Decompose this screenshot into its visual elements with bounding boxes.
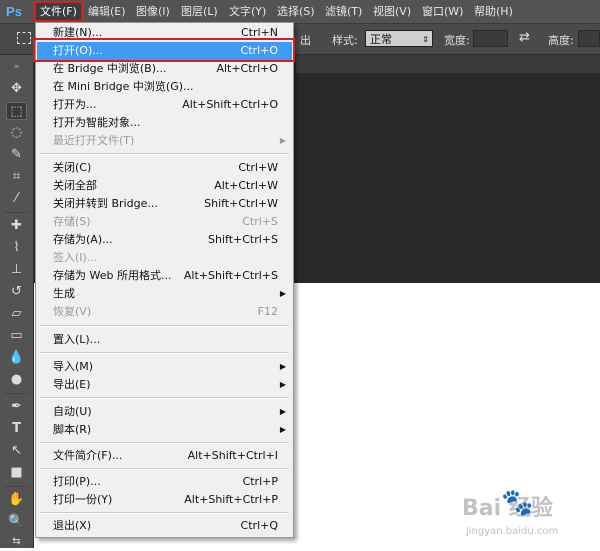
- submenu-arrow-icon: ▶: [279, 289, 286, 298]
- submenu-arrow-icon: ▶: [279, 380, 286, 389]
- menu-separator: [40, 512, 289, 514]
- baidu-watermark: Bai 经验 🐾 jingyan.baidu.com: [462, 488, 596, 544]
- tools-divider: [4, 393, 29, 394]
- tools-divider: [4, 212, 29, 213]
- clone-stamp-icon[interactable]: ⊥: [6, 261, 27, 279]
- menu-layer[interactable]: 图层(L): [177, 3, 222, 20]
- file-menu-item-place[interactable]: 置入(L)...: [37, 331, 292, 349]
- file-menu-item-save-for-web[interactable]: 存储为 Web 所用格式... Alt+Shift+Ctrl+S: [37, 267, 292, 285]
- file-menu-item-open-as[interactable]: 打开为... Alt+Shift+Ctrl+O: [37, 96, 292, 114]
- submenu-arrow-icon: ▶: [279, 362, 286, 371]
- quick-selection-icon[interactable]: ✎: [6, 146, 27, 164]
- zoom-tool-icon[interactable]: 🔍: [6, 513, 27, 531]
- rectangular-marquee-icon[interactable]: [17, 32, 31, 44]
- menu-select[interactable]: 选择(S): [273, 3, 319, 20]
- file-menu-item-recent-files[interactable]: 最近打开文件(T) ▶: [37, 132, 292, 150]
- menu-separator: [40, 325, 289, 327]
- menu-view[interactable]: 视图(V): [369, 3, 415, 20]
- select-arrows-icon: ⇕: [422, 35, 429, 44]
- menu-help[interactable]: 帮助(H): [470, 3, 517, 20]
- height-label: 高度:: [548, 34, 574, 47]
- file-menu-item-import[interactable]: 导入(M) ▶: [37, 358, 292, 376]
- crop-tool-icon[interactable]: ⌗: [6, 168, 27, 186]
- eraser-tool-icon[interactable]: ▱: [6, 305, 27, 323]
- open-item-callout-box: [33, 38, 295, 62]
- height-input[interactable]: [578, 30, 600, 47]
- watermark-url: jingyan.baidu.com: [466, 526, 559, 537]
- width-label: 宽度:: [444, 34, 470, 47]
- tools-divider: [4, 486, 29, 487]
- style-select-value: 正常: [370, 33, 392, 46]
- swap-icon[interactable]: ⇄: [519, 30, 530, 45]
- marquee-tool-icon[interactable]: ⬚: [6, 102, 27, 120]
- file-menu-item-export[interactable]: 导出(E) ▶: [37, 376, 292, 394]
- style-label: 样式:: [332, 34, 358, 47]
- gradient-tool-icon[interactable]: ▭: [6, 327, 27, 345]
- menu-separator: [40, 468, 289, 470]
- menu-separator: [40, 153, 289, 155]
- menu-edit[interactable]: 编辑(E): [84, 3, 130, 20]
- brush-tool-icon[interactable]: ⌇: [6, 239, 27, 257]
- menu-separator: [40, 397, 289, 399]
- file-menu-item-print-one-copy[interactable]: 打印一份(Y) Alt+Shift+Ctrl+P: [37, 491, 292, 509]
- menu-file-callout-box: [33, 1, 84, 22]
- file-menu-dropdown: 新建(N)... Ctrl+N 打开(O)... Ctrl+O 在 Bridge…: [35, 22, 294, 538]
- options-partial-label: 出: [300, 34, 311, 47]
- eyedropper-icon[interactable]: ⁄: [6, 190, 27, 208]
- file-menu-item-check-in[interactable]: 签入(I)...: [37, 249, 292, 267]
- file-menu-item-print[interactable]: 打印(P)... Ctrl+P: [37, 473, 292, 491]
- swap-colors-icon[interactable]: ⇆: [6, 533, 27, 551]
- file-menu-item-open-smart-object[interactable]: 打开为智能对象...: [37, 114, 292, 132]
- file-menu-item-file-info[interactable]: 文件简介(F)... Alt+Shift+Ctrl+I: [37, 447, 292, 465]
- lasso-tool-icon[interactable]: ◌: [6, 124, 27, 142]
- file-menu-item-close[interactable]: 关闭(C) Ctrl+W: [37, 159, 292, 177]
- width-input[interactable]: [473, 30, 508, 47]
- dodge-tool-icon[interactable]: ●: [6, 371, 27, 389]
- file-menu-item-exit[interactable]: 退出(X) Ctrl+Q: [37, 517, 292, 535]
- file-menu-item-browse-mini-bridge[interactable]: 在 Mini Bridge 中浏览(G)...: [37, 78, 292, 96]
- file-menu-item-close-go-bridge[interactable]: 关闭并转到 Bridge... Shift+Ctrl+W: [37, 195, 292, 213]
- file-menu-item-revert[interactable]: 恢复(V) F12: [37, 303, 292, 321]
- move-tool-icon[interactable]: ✥: [6, 80, 27, 98]
- menu-window[interactable]: 窗口(W): [418, 3, 467, 20]
- file-menu-item-automate[interactable]: 自动(U) ▶: [37, 403, 292, 421]
- file-menu-item-close-all[interactable]: 关闭全部 Alt+Ctrl+W: [37, 177, 292, 195]
- menu-separator: [40, 352, 289, 354]
- file-menu-item-save[interactable]: 存储(S) Ctrl+S: [37, 213, 292, 231]
- submenu-arrow-icon: ▶: [279, 136, 286, 145]
- rectangle-tool-icon[interactable]: ■: [6, 464, 27, 482]
- blur-tool-icon[interactable]: 💧: [6, 349, 27, 367]
- file-menu-item-generate[interactable]: 生成 ▶: [37, 285, 292, 303]
- menubar: Ps 文件(F) 编辑(E) 图像(I) 图层(L) 文字(Y) 选择(S) 滤…: [0, 0, 600, 24]
- file-menu-item-browse-bridge[interactable]: 在 Bridge 中浏览(B)... Alt+Ctrl+O: [37, 60, 292, 78]
- history-brush-icon[interactable]: ↺: [6, 283, 27, 301]
- submenu-arrow-icon: ▶: [279, 425, 286, 434]
- menu-type[interactable]: 文字(Y): [225, 3, 270, 20]
- pen-tool-icon[interactable]: ✒: [6, 398, 27, 416]
- path-selection-icon[interactable]: ↖: [6, 442, 27, 460]
- photoshop-logo: Ps: [6, 4, 22, 19]
- tools-panel: » ✥ ⬚ ◌ ✎ ⌗ ⁄ ✚ ⌇ ⊥ ↺ ▱ ▭ 💧 ● ✒ T ↖ ■ ✋ …: [0, 55, 34, 548]
- healing-brush-icon[interactable]: ✚: [6, 217, 27, 235]
- style-select[interactable]: 正常 ⇕: [365, 30, 433, 47]
- file-menu-item-save-as[interactable]: 存储为(A)... Shift+Ctrl+S: [37, 231, 292, 249]
- submenu-arrow-icon: ▶: [279, 407, 286, 416]
- menu-filter[interactable]: 滤镜(T): [321, 3, 366, 20]
- file-menu-item-scripts[interactable]: 脚本(R) ▶: [37, 421, 292, 439]
- type-tool-icon[interactable]: T: [6, 420, 27, 438]
- paw-icon: 🐾: [501, 488, 534, 518]
- collapse-panel-icon[interactable]: »: [6, 58, 27, 76]
- document-tab-strip: [296, 55, 600, 73]
- menu-image[interactable]: 图像(I): [132, 3, 174, 20]
- hand-tool-icon[interactable]: ✋: [6, 491, 27, 509]
- menu-separator: [40, 442, 289, 444]
